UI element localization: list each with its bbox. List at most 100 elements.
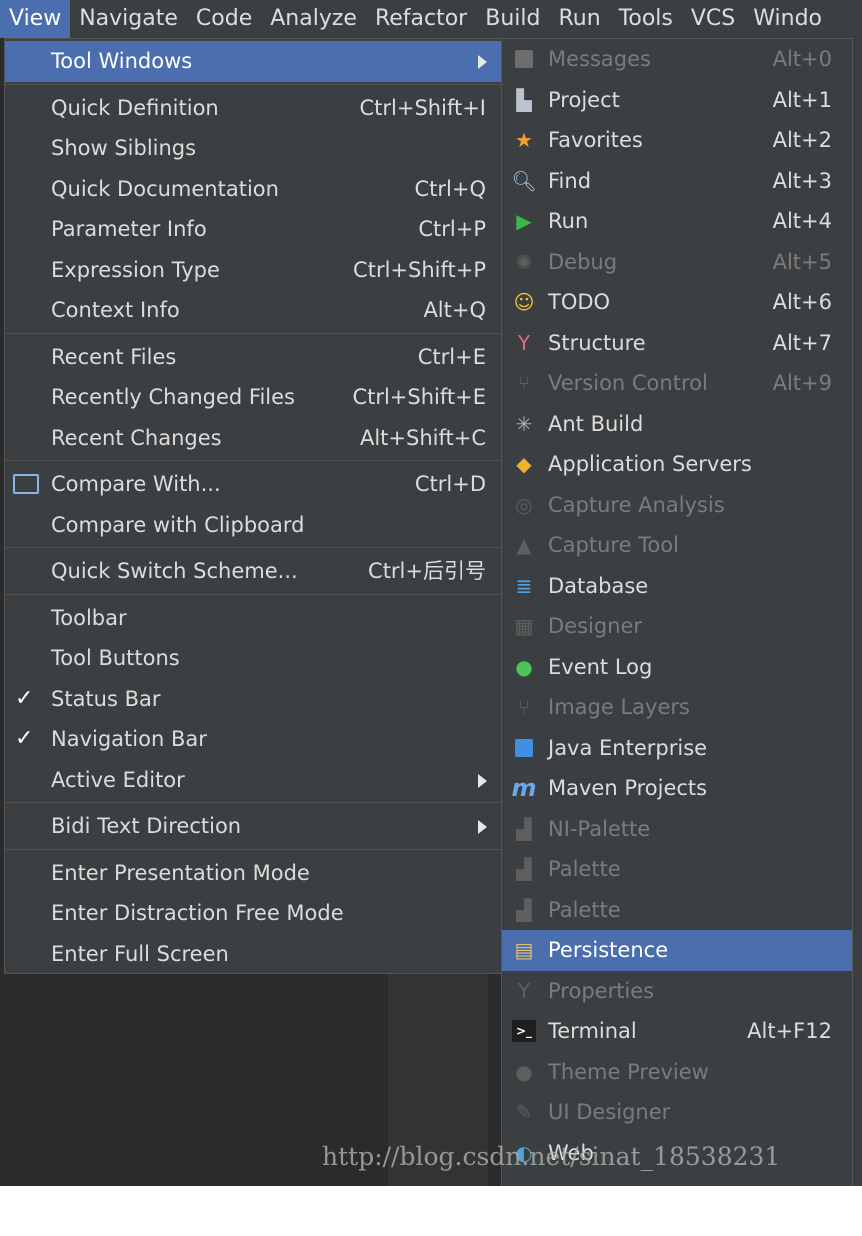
version-control-icon: ⑂ <box>518 371 530 395</box>
menubar-item-run[interactable]: Run <box>549 0 609 38</box>
menu-item-enter-presentation-mode[interactable]: Enter Presentation Mode <box>5 853 501 894</box>
menubar-item-vcs[interactable]: VCS <box>682 0 744 38</box>
tool-window-run[interactable]: ▶ Run Alt+4 <box>502 201 852 242</box>
tool-window-designer: ▦ Designer <box>502 606 852 647</box>
menu-item-quick-switch-scheme[interactable]: Quick Switch Scheme... Ctrl+后引号 <box>5 551 501 592</box>
tool-window-label: Event Log <box>548 654 653 679</box>
tool-window-shortcut: Alt+F12 <box>747 1019 832 1043</box>
menu-item-parameter-info[interactable]: Parameter Info Ctrl+P <box>5 209 501 250</box>
menu-item-enter-full-screen[interactable]: Enter Full Screen <box>5 934 501 975</box>
menu-item-label: Enter Full Screen <box>51 941 229 966</box>
tool-window-label: Image Layers <box>548 695 690 719</box>
tool-window-maven-projects[interactable]: m Maven Projects <box>502 768 852 809</box>
tool-window-label: Structure <box>548 330 646 355</box>
submenu-arrow-icon <box>478 55 487 69</box>
menubar-item-navigate[interactable]: Navigate <box>70 0 187 38</box>
menubar-item-analyze[interactable]: Analyze <box>261 0 366 38</box>
tool-window-favorites[interactable]: ★ Favorites Alt+2 <box>502 120 852 161</box>
menu-item-label: Status Bar <box>51 686 161 711</box>
menu-separator <box>5 848 501 850</box>
tool-window-label: Theme Preview <box>548 1059 709 1084</box>
tool-window-persistence[interactable]: ▤ Persistence <box>502 930 852 971</box>
tool-window-palette: ▟ Palette <box>502 849 852 890</box>
tool-window-structure[interactable]: Y Structure Alt+7 <box>502 323 852 364</box>
tool-window-shortcut: Alt+2 <box>772 128 832 152</box>
menu-item-label: Recent Changes <box>51 425 222 450</box>
tool-window-project[interactable]: ▙ Project Alt+1 <box>502 80 852 121</box>
menu-item-quick-documentation[interactable]: Quick Documentation Ctrl+Q <box>5 169 501 210</box>
tool-window-ant-build[interactable]: ✳ Ant Build <box>502 404 852 445</box>
menu-item-label: Parameter Info <box>51 217 207 241</box>
tool-window-shortcut: Alt+0 <box>772 47 832 71</box>
tool-window-label: Ant Build <box>548 411 644 436</box>
tool-window-shortcut: Alt+7 <box>772 330 832 355</box>
menu-item-label: Context Info <box>51 298 180 322</box>
tool-window-label: NI-Palette <box>548 816 651 841</box>
ant-icon: ✳ <box>515 411 533 436</box>
menu-item-quick-definition[interactable]: Quick Definition Ctrl+Shift+I <box>5 88 501 129</box>
persistence-icon: ▤ <box>514 938 534 962</box>
menu-item-shortcut: Ctrl+P <box>418 217 486 241</box>
menu-item-enter-distraction-free-mode[interactable]: Enter Distraction Free Mode <box>5 893 501 934</box>
tool-window-label: Favorites <box>548 128 643 152</box>
menu-item-show-siblings[interactable]: Show Siblings <box>5 128 501 169</box>
theme-preview-icon: ● <box>515 1059 533 1084</box>
menu-item-navigation-bar[interactable]: ✓ Navigation Bar <box>5 719 501 760</box>
menu-item-compare-with[interactable]: Compare With... Ctrl+D <box>5 464 501 505</box>
menu-item-active-editor[interactable]: Active Editor <box>5 760 501 801</box>
tool-window-application-servers[interactable]: ◆ Application Servers <box>502 444 852 485</box>
menu-item-label: Show Siblings <box>51 136 197 160</box>
tool-window-label: Debug <box>548 249 618 274</box>
menu-item-recent-files[interactable]: Recent Files Ctrl+E <box>5 337 501 378</box>
menu-item-label: Navigation Bar <box>51 727 207 751</box>
tool-window-label: Capture Tool <box>548 533 679 557</box>
menu-item-tool-buttons[interactable]: Tool Buttons <box>5 638 501 679</box>
tool-window-todo[interactable]: ☺ TODO Alt+6 <box>502 282 852 323</box>
tool-window-label: Java Enterprise <box>548 735 708 760</box>
todo-icon: ☺ <box>513 290 535 314</box>
tool-window-label: Application Servers <box>548 452 752 476</box>
palette-icon: ▟ <box>516 816 532 841</box>
menu-item-expression-type[interactable]: Expression Type Ctrl+Shift+P <box>5 250 501 291</box>
structure-icon: Y <box>517 330 531 355</box>
menu-item-shortcut: Alt+Q <box>423 298 486 322</box>
menu-item-shortcut: Ctrl+Shift+I <box>359 95 486 120</box>
menubar-item-view[interactable]: View <box>0 0 71 38</box>
app-servers-icon: ◆ <box>516 452 532 476</box>
tool-window-event-log[interactable]: ● Event Log <box>502 647 852 688</box>
tool-window-label: Project <box>548 87 620 112</box>
capture-tool-icon: ▲ <box>516 533 532 557</box>
palette-icon: ▟ <box>516 897 532 922</box>
menu-separator <box>5 802 501 803</box>
messages-icon <box>512 48 536 70</box>
menu-item-shortcut: Ctrl+Shift+P <box>353 257 486 282</box>
menu-separator <box>5 83 501 85</box>
ui-designer-icon: ✎ <box>515 1100 533 1124</box>
menubar-item-refactor[interactable]: Refactor <box>366 0 476 38</box>
tool-window-terminal[interactable]: >_ Terminal Alt+F12 <box>502 1011 852 1052</box>
menubar-item-windo[interactable]: Windo <box>744 0 831 38</box>
menu-item-recently-changed-files[interactable]: Recently Changed Files Ctrl+Shift+E <box>5 377 501 418</box>
tool-window-label: Palette <box>548 857 621 881</box>
menubar-item-code[interactable]: Code <box>187 0 261 38</box>
tool-window-java-enterprise[interactable]: Java Enterprise <box>502 728 852 769</box>
submenu-arrow-icon <box>478 773 487 788</box>
menubar-item-tools[interactable]: Tools <box>610 0 682 38</box>
tool-window-image-layers: ⑂ Image Layers <box>502 687 852 728</box>
view-menu: Tool Windows Quick Definition Ctrl+Shift+I… <box>4 38 502 974</box>
menu-item-bidi-text-direction[interactable]: Bidi Text Direction <box>5 806 501 847</box>
menu-item-status-bar[interactable]: ✓ Status Bar <box>5 679 501 720</box>
menu-item-compare-with-clipboard[interactable]: Compare with Clipboard <box>5 505 501 546</box>
menu-item-recent-changes[interactable]: Recent Changes Alt+Shift+C <box>5 418 501 459</box>
checkmark-icon: ✓ <box>15 685 34 711</box>
tool-window-find[interactable]: 🔍︎ Find Alt+3 <box>502 161 852 202</box>
menubar-item-build[interactable]: Build <box>476 0 549 38</box>
menu-item-tool-windows[interactable]: Tool Windows <box>5 41 501 82</box>
tool-window-properties: Y Properties <box>502 971 852 1012</box>
menu-item-toolbar[interactable]: Toolbar <box>5 598 501 639</box>
tool-window-label: UI Designer <box>548 1100 671 1124</box>
tool-window-version-control: ⑂ Version Control Alt+9 <box>502 363 852 404</box>
tool-window-shortcut: Alt+4 <box>772 209 832 233</box>
tool-window-database[interactable]: ≣ Database <box>502 566 852 607</box>
menu-item-context-info[interactable]: Context Info Alt+Q <box>5 290 501 331</box>
